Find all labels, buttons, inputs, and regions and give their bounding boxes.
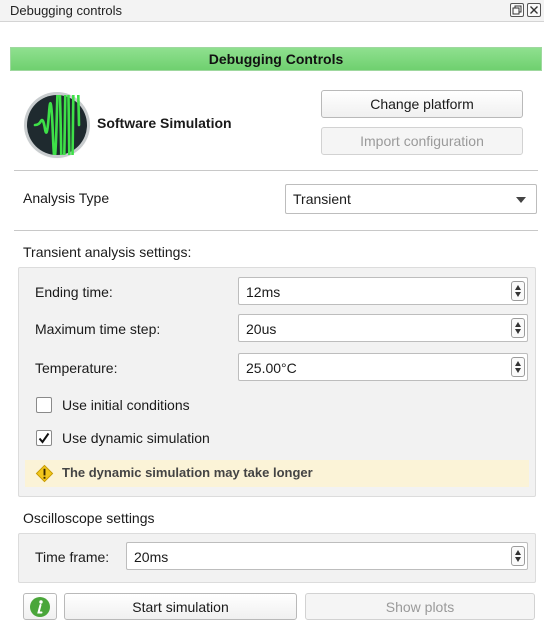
temperature-stepper[interactable] <box>511 357 525 377</box>
oscilloscope-section-title: Oscilloscope settings <box>23 510 155 526</box>
ending-time-value: 12ms <box>246 284 281 300</box>
max-time-step-input[interactable]: 20us <box>238 314 528 342</box>
analysis-type-label: Analysis Type <box>23 190 110 206</box>
initial-conditions-label: Use initial conditions <box>62 397 190 413</box>
max-time-step-stepper[interactable] <box>511 318 525 338</box>
ending-time-stepper[interactable] <box>511 281 525 301</box>
warning-text: The dynamic simulation may take longer <box>62 465 313 480</box>
time-frame-input[interactable]: 20ms <box>126 542 528 570</box>
temperature-value: 25.00°C <box>246 360 297 376</box>
warning-banner: The dynamic simulation may take longer <box>25 460 529 487</box>
waveform-logo-icon <box>27 34 87 212</box>
window-titlebar: Debugging controls <box>0 0 544 22</box>
divider <box>14 170 538 171</box>
restore-icon[interactable] <box>510 3 524 17</box>
analysis-type-select[interactable]: Transient <box>285 184 537 214</box>
change-platform-button[interactable]: Change platform <box>321 90 523 118</box>
ending-time-label: Ending time: <box>35 284 113 300</box>
max-time-step-value: 20us <box>246 321 277 337</box>
check-icon <box>38 432 50 444</box>
ending-time-input[interactable]: 12ms <box>238 277 528 305</box>
dynamic-simulation-label: Use dynamic simulation <box>62 430 210 446</box>
show-plots-button[interactable]: Show plots <box>305 593 535 620</box>
max-time-step-label: Maximum time step: <box>35 321 161 337</box>
dynamic-simulation-checkbox[interactable] <box>36 430 52 446</box>
platform-name: Software Simulation <box>97 115 232 131</box>
info-button[interactable] <box>23 593 57 620</box>
initial-conditions-checkbox[interactable] <box>36 397 52 413</box>
time-frame-value: 20ms <box>134 549 169 565</box>
analysis-type-value: Transient <box>293 191 351 207</box>
time-frame-label: Time frame: <box>35 549 110 565</box>
start-simulation-button[interactable]: Start simulation <box>64 593 297 620</box>
panel-header-title: Debugging Controls <box>208 51 344 67</box>
window-title: Debugging controls <box>10 3 123 18</box>
time-frame-stepper[interactable] <box>511 546 525 566</box>
import-configuration-button[interactable]: Import configuration <box>321 127 523 155</box>
temperature-label: Temperature: <box>35 360 118 376</box>
panel-header: Debugging Controls <box>10 47 542 71</box>
transient-section-title: Transient analysis settings: <box>23 244 192 260</box>
close-icon[interactable] <box>527 3 541 17</box>
divider <box>14 230 538 231</box>
warning-icon <box>35 464 54 483</box>
dropdown-arrow-icon <box>516 197 526 203</box>
info-icon <box>30 596 50 617</box>
temperature-input[interactable]: 25.00°C <box>238 353 528 381</box>
